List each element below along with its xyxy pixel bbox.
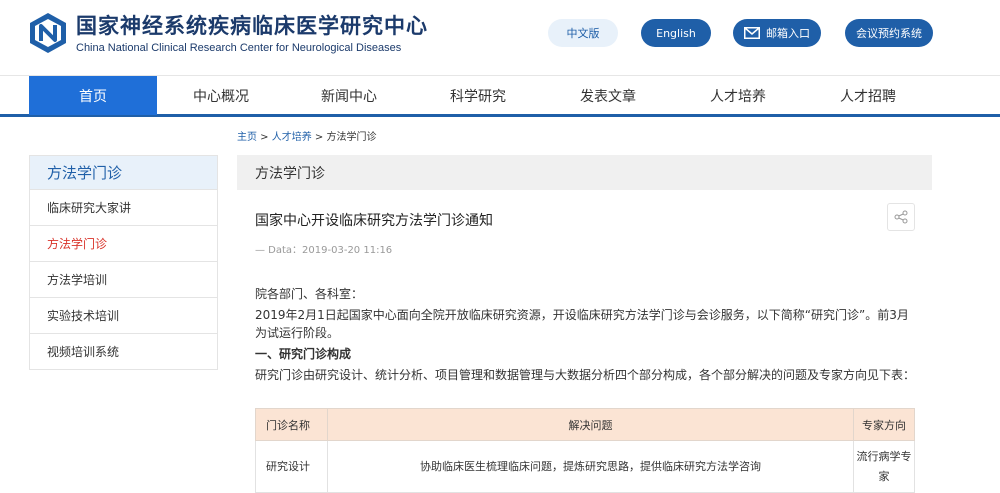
mailbox-entry-label: 邮箱入口: [766, 27, 810, 40]
article-date: — Data：2019-03-20 11:16: [255, 245, 393, 256]
section-heading: 方法学门诊: [237, 155, 932, 190]
table-cell: 研究设计: [255, 440, 328, 493]
table-cell: 流行病学专家: [853, 440, 915, 493]
breadcrumb-separator: >: [257, 132, 272, 143]
nav-item-publications[interactable]: 发表文章: [543, 76, 673, 115]
sidebar-item-lab-technique-training[interactable]: 实验技术培训: [30, 297, 217, 333]
sidebar-item-methodology-training[interactable]: 方法学培训: [30, 261, 217, 297]
chinese-version-button[interactable]: 中文版: [548, 19, 618, 47]
table-cell: 协助临床医生梳理临床问题，提炼研究思路，提供临床研究方法学咨询: [327, 440, 854, 493]
article-body: 院各部门、各科室： 2019年2月1日起国家中心面向全院开放临床研究资源，开设临…: [255, 285, 915, 387]
nav-item-about[interactable]: 中心概况: [157, 76, 285, 115]
site-title-en: China National Clinical Research Center …: [76, 42, 402, 54]
center-logo-icon[interactable]: [28, 12, 68, 54]
article-greeting: 院各部门、各科室：: [255, 287, 364, 301]
mailbox-entry-button[interactable]: 邮箱入口: [733, 19, 821, 47]
nav-item-home[interactable]: 首页: [29, 76, 157, 115]
clinic-table: 门诊名称 解决问题 专家方向 研究设计 协助临床医生梳理临床问题，提炼研究思路，…: [255, 408, 915, 493]
table-header-cell: 门诊名称: [255, 408, 328, 441]
breadcrumb-home-link[interactable]: 主页: [237, 132, 257, 143]
article-section-heading: 一、研究门诊构成: [255, 347, 352, 361]
sidebar-item-methodology-clinic[interactable]: 方法学门诊: [30, 225, 217, 261]
main-nav: 首页 中心概况 新闻中心 科学研究 发表文章 人才培养 人才招聘: [0, 75, 1000, 117]
breadcrumb-current: 方法学门诊: [326, 132, 377, 143]
mail-icon: [744, 27, 760, 39]
article-paragraph: 2019年2月1日起国家中心面向全院开放临床研究资源，开设临床研究方法学门诊与会…: [255, 308, 909, 340]
table-header-cell: 专家方向: [853, 408, 915, 441]
nav-item-training[interactable]: 人才培养: [673, 76, 803, 115]
breadcrumb-separator: >: [311, 132, 327, 143]
sidebar: 方法学门诊 临床研究大家讲 方法学门诊 方法学培训 实验技术培训 视频培训系统: [29, 155, 218, 370]
english-version-button[interactable]: English: [641, 19, 711, 47]
nav-item-recruitment[interactable]: 人才招聘: [803, 76, 933, 115]
sidebar-item-video-training-system[interactable]: 视频培训系统: [30, 333, 217, 369]
breadcrumb: 主页 > 人才培养 > 方法学门诊: [237, 128, 377, 143]
table-row: 研究设计 协助临床医生梳理临床问题，提炼研究思路，提供临床研究方法学咨询 流行病…: [255, 440, 915, 493]
nav-item-research[interactable]: 科学研究: [413, 76, 543, 115]
table-header-cell: 解决问题: [327, 408, 854, 441]
breadcrumb-training-link[interactable]: 人才培养: [272, 132, 312, 143]
meeting-booking-button[interactable]: 会议预约系统: [845, 19, 933, 47]
share-icon: [894, 210, 908, 224]
sidebar-item-expert-lectures[interactable]: 临床研究大家讲: [30, 189, 217, 225]
article-paragraph: 研究门诊由研究设计、统计分析、项目管理和数据管理与大数据分析四个部分构成，各个部…: [255, 368, 916, 382]
nav-item-news[interactable]: 新闻中心: [285, 76, 413, 115]
site-title-cn: 国家神经系统疾病临床医学研究中心: [76, 14, 428, 38]
table-header-row: 门诊名称 解决问题 专家方向: [255, 408, 915, 441]
article-title: 国家中心开设临床研究方法学门诊通知: [255, 213, 493, 229]
sidebar-heading: 方法学门诊: [30, 156, 217, 189]
main-content: 方法学门诊 国家中心开设临床研究方法学门诊通知 — Data：2019-03-2…: [237, 155, 932, 493]
site-header: 国家神经系统疾病临床医学研究中心 China National Clinical…: [0, 0, 1000, 75]
share-button[interactable]: [887, 203, 915, 231]
